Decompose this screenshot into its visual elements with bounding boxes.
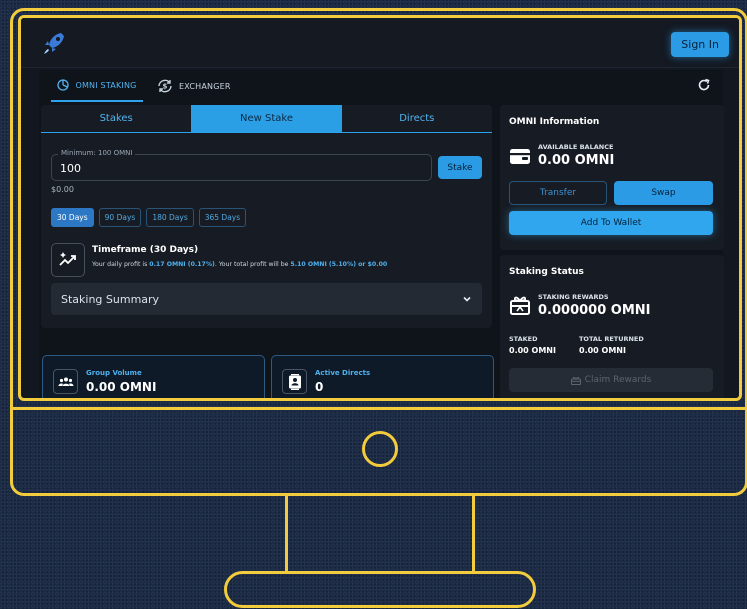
tab-exchanger[interactable]: $ EXCHANGER <box>157 70 231 102</box>
tab-omni-staking-label: OMNI STAKING <box>75 80 137 90</box>
gift-card-icon <box>510 296 530 315</box>
tab-stakes[interactable]: Stakes <box>41 105 191 132</box>
contact-card-icon <box>282 369 307 394</box>
active-directs-label: Active Directs <box>315 369 371 377</box>
omni-information-title: OMNI Information <box>509 117 600 127</box>
group-volume-card: Group Volume 0.00 OMNI <box>42 355 265 398</box>
duration-90-days[interactable]: 90 Days <box>98 208 142 227</box>
staking-rewards-value: 0.000000 OMNI <box>538 303 651 318</box>
stake-tabs: Stakes New Stake Directs <box>41 105 492 133</box>
swap-button[interactable]: Swap <box>614 181 713 205</box>
tab-exchanger-label: EXCHANGER <box>179 81 231 91</box>
gift-card-icon <box>570 376 581 385</box>
total-returned-value: 0.00 OMNI <box>579 346 626 355</box>
stake-amount-label: Minimum: 100 OMNI <box>58 149 136 157</box>
stake-amount-input[interactable] <box>60 162 400 175</box>
new-stake-panel: Stakes New Stake Directs Minimum: 100 OM… <box>41 105 492 328</box>
pie-chart-icon <box>57 79 70 91</box>
monitor-stand-base <box>224 571 536 608</box>
tab-omni-staking[interactable]: OMNI STAKING <box>51 70 143 102</box>
usd-value: $0.00 <box>51 185 74 194</box>
timeframe-info: Timeframe (30 Days) Your daily profit is… <box>51 243 481 277</box>
staking-status-title: Staking Status <box>509 267 584 277</box>
duration-365-days[interactable]: 365 Days <box>198 208 247 227</box>
transfer-button[interactable]: Transfer <box>509 181 607 205</box>
add-to-wallet-button[interactable]: Add To Wallet <box>509 211 713 235</box>
top-tabs: OMNI STAKING $ EXCHANGER <box>39 70 723 102</box>
claim-rewards-label: Claim Rewards <box>584 375 652 385</box>
tab-new-stake[interactable]: New Stake <box>191 105 342 132</box>
group-volume-label: Group Volume <box>86 369 142 377</box>
app-screen: Sign In OMNI STAKING $ EXCHANGER Stakes … <box>21 18 739 398</box>
svg-text:$: $ <box>162 83 167 91</box>
total-returned-label: TOTAL RETURNED <box>579 335 644 343</box>
group-volume-value: 0.00 OMNI <box>86 380 157 394</box>
staking-status-panel: Staking Status STAKING REWARDS 0.000000 … <box>500 255 724 398</box>
main-content: OMNI STAKING $ EXCHANGER Stakes New Stak… <box>39 70 724 398</box>
staking-rewards-label: STAKING REWARDS <box>538 293 609 301</box>
tab-directs[interactable]: Directs <box>342 105 492 132</box>
available-balance-label: AVAILABLE BALANCE <box>538 143 614 151</box>
duration-30-days[interactable]: 30 Days <box>51 208 94 227</box>
app-header: Sign In <box>21 18 739 68</box>
omni-information-panel: OMNI Information AVAILABLE BALANCE 0.00 … <box>500 105 724 250</box>
monitor-stand-neck <box>285 496 475 574</box>
chevron-down-icon <box>463 296 471 302</box>
rocket-logo-icon[interactable] <box>41 30 67 56</box>
staked-label: STAKED <box>509 335 538 343</box>
staking-summary-accordion[interactable]: Staking Summary <box>51 283 482 315</box>
duration-180-days[interactable]: 180 Days <box>146 208 194 227</box>
active-directs-value: 0 <box>315 380 324 394</box>
sign-in-button[interactable]: Sign In <box>671 32 729 57</box>
monitor-bezel-divider <box>12 407 746 410</box>
profit-prefix: Your daily profit is <box>92 261 150 268</box>
wallet-icon <box>510 149 530 164</box>
timeframe-title: Timeframe (30 Days) <box>92 245 199 255</box>
active-directs-card: Active Directs 0 <box>271 355 494 398</box>
claim-rewards-button[interactable]: Claim Rewards <box>509 368 713 392</box>
refresh-icon[interactable] <box>697 78 711 92</box>
duration-options: 30 Days 90 Days 180 Days 365 Days <box>51 208 247 227</box>
group-icon <box>53 369 78 394</box>
stake-amount-field[interactable]: Minimum: 100 OMNI <box>51 149 432 181</box>
currency-exchange-icon: $ <box>158 79 172 93</box>
staking-summary-label: Staking Summary <box>61 292 160 306</box>
trending-up-icon <box>51 243 85 277</box>
profit-description: Your daily profit is 0.17 OMNI (0.17%). … <box>92 261 387 268</box>
available-balance-value: 0.00 OMNI <box>538 153 615 168</box>
daily-profit-value: 0.17 OMNI (0.17%) <box>149 261 215 268</box>
stake-button[interactable]: Stake <box>438 156 482 179</box>
total-profit-value: 5.10 OMNI (5.10%) or $0.00 <box>290 261 388 268</box>
staked-value: 0.00 OMNI <box>509 346 556 355</box>
monitor-power-button <box>362 431 398 467</box>
profit-middle: . Your total profit will be <box>214 261 291 268</box>
